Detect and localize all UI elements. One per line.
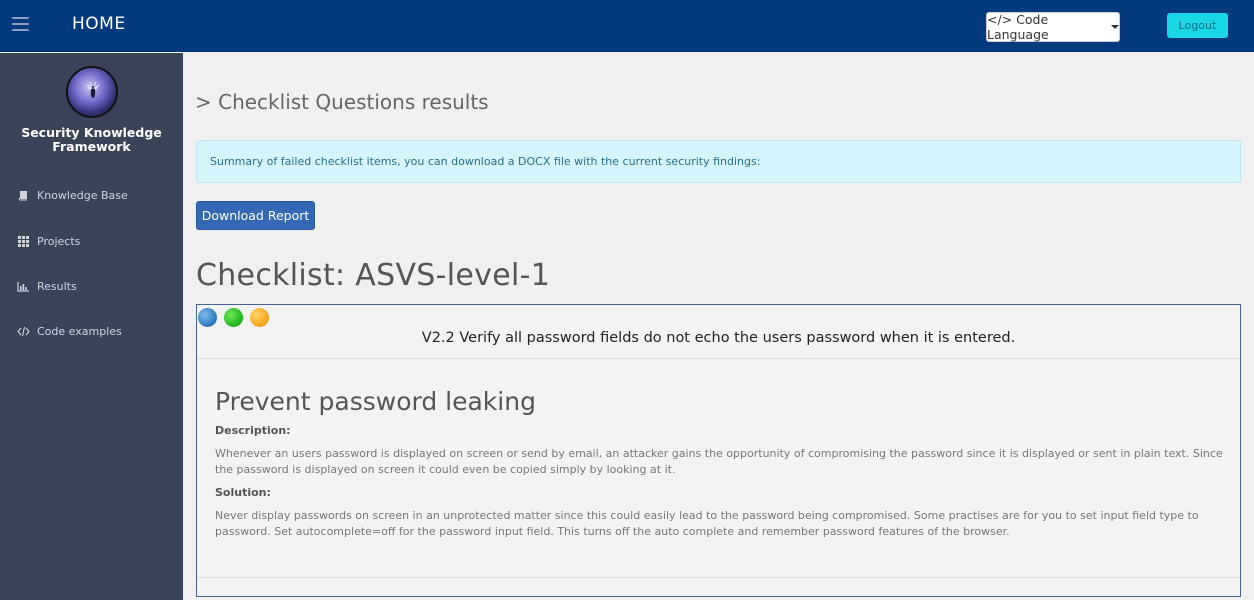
knowledge-base-item: Prevent password leaking Description: Wh… [215, 387, 1225, 548]
divider [197, 358, 1240, 359]
owasp-logo [66, 66, 118, 118]
checklist-question: V2.2 Verify all password fields do not e… [421, 330, 1016, 346]
home-title[interactable]: HOME [72, 14, 126, 34]
info-alert: Summary of failed checklist items, you c… [196, 140, 1241, 183]
code-language-label: </> Code Language [987, 12, 1049, 42]
solution-text: Never display passwords on screen in an … [215, 509, 1199, 538]
sidebar-item-label: Code examples [37, 324, 122, 338]
brand-name: Security Knowledge Framework [0, 126, 183, 154]
orange-status-icon[interactable] [250, 308, 269, 327]
hamburger-menu-icon[interactable] [12, 17, 29, 31]
checklist-title: Checklist: ASVS-level-1 [196, 258, 551, 293]
main-content: > Checklist Questions results Summary of… [183, 53, 1254, 600]
top-navbar: HOME </> Code Language Logout [0, 0, 1254, 52]
checklist-item-panel: V2.2 Verify all password fields do not e… [196, 304, 1241, 597]
brand-line-1: Security Knowledge [21, 125, 162, 140]
code-language-dropdown[interactable]: </> Code Language [986, 12, 1120, 42]
solution-label: Solution: [215, 486, 271, 499]
sidebar-item-code-examples[interactable]: Code examples [17, 322, 122, 340]
book-icon [17, 189, 30, 201]
page-title: > Checklist Questions results [195, 90, 489, 114]
code-icon [17, 325, 30, 337]
sidebar-item-label: Knowledge Base [37, 188, 128, 202]
sidebar-item-label: Results [37, 279, 77, 293]
description-label: Description: [215, 424, 291, 437]
sidebar-item-knowledge-base[interactable]: Knowledge Base [17, 186, 128, 204]
green-status-icon[interactable] [224, 308, 243, 327]
bar-chart-icon [17, 280, 30, 292]
kb-item-title: Prevent password leaking [215, 387, 536, 416]
logout-button[interactable]: Logout [1167, 13, 1228, 38]
sidebar-item-results[interactable]: Results [17, 277, 77, 295]
sidebar-item-projects[interactable]: Projects [17, 232, 80, 250]
brand-line-2: Framework [52, 139, 131, 154]
download-report-button[interactable]: Download Report [196, 201, 315, 230]
caret-down-icon [1111, 25, 1119, 29]
grid-icon [17, 235, 30, 247]
description-text: Whenever an users password is displayed … [215, 447, 1223, 476]
wasp-icon [86, 81, 100, 98]
divider [197, 577, 1240, 578]
sidebar-item-label: Projects [37, 234, 81, 248]
sidebar: Security Knowledge Framework Knowledge B… [0, 53, 183, 600]
blue-status-icon[interactable] [198, 308, 217, 327]
